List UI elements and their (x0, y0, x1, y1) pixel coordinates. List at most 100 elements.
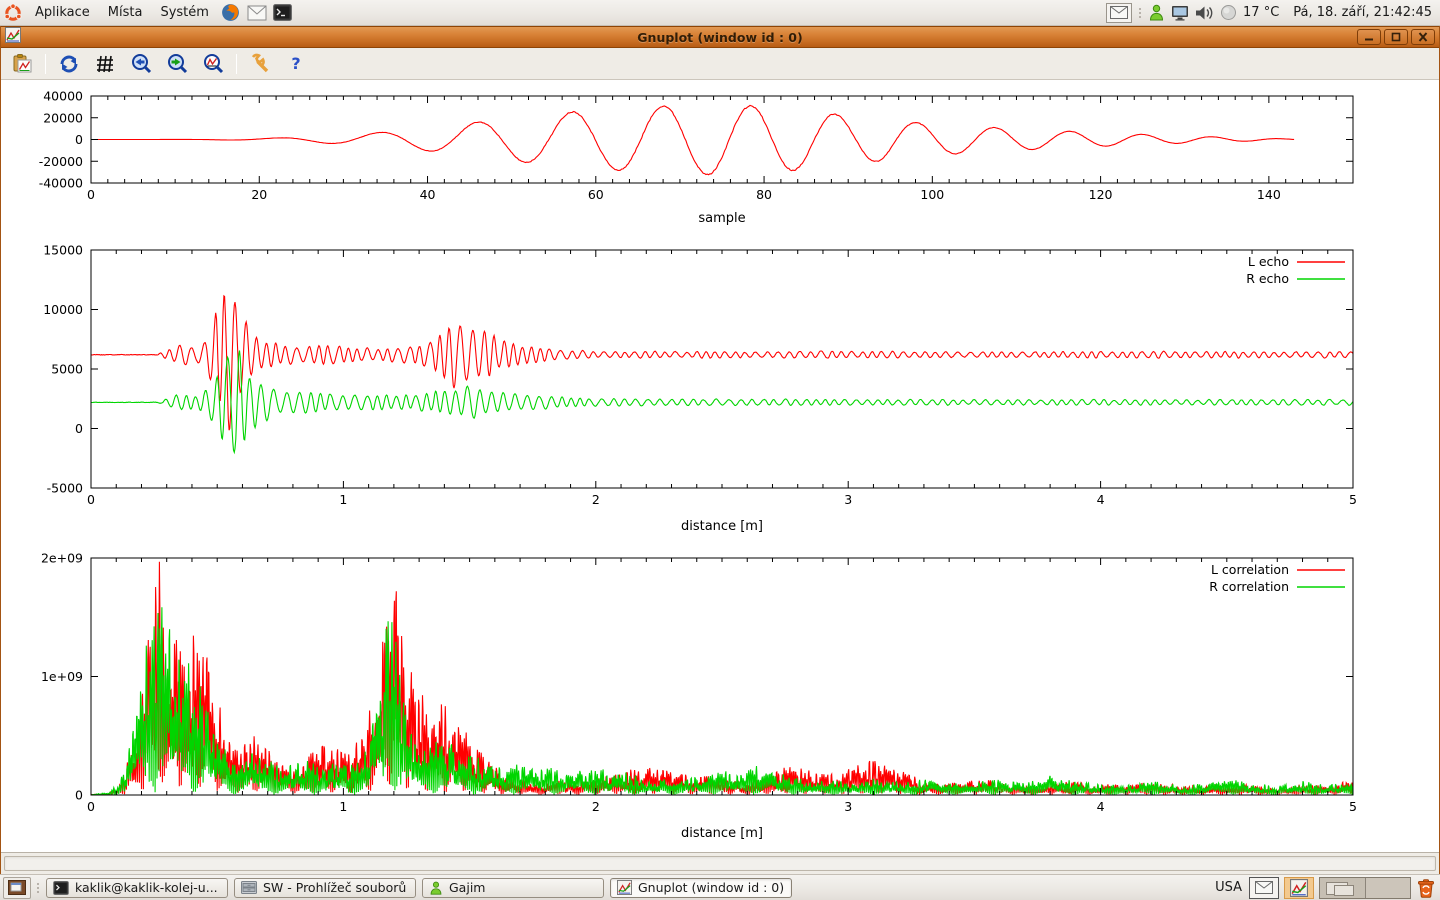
desktop: Aplikace Místa Systém (0, 0, 1440, 900)
close-button[interactable] (1411, 29, 1435, 45)
zoom-next-button[interactable] (164, 51, 190, 77)
svg-text:40000: 40000 (43, 89, 83, 104)
chart-sample-waveform[interactable]: 020406080100120140-40000-200000200004000… (1, 80, 1440, 240)
gnome-bottom-panel: kaklik@kaklik-kolej-u... SW - Prohlížeč … (0, 874, 1440, 900)
svg-text:distance [m]: distance [m] (681, 519, 763, 534)
task-button-file-manager[interactable]: SW - Prohlížeč souborů (234, 878, 416, 898)
gnuplot-tray-button[interactable] (1284, 877, 1314, 899)
mail-launcher[interactable] (244, 1, 270, 25)
svg-text:0: 0 (75, 421, 83, 436)
task-button-gajim[interactable]: Gajim (422, 878, 604, 898)
close-icon (1417, 32, 1429, 42)
svg-text:R echo: R echo (1246, 271, 1289, 286)
zoom-previous-button[interactable] (128, 51, 154, 77)
menu-system[interactable]: Systém (151, 1, 217, 25)
toolbar-separator (45, 54, 46, 74)
temperature-label[interactable]: 17 °C (1243, 5, 1279, 20)
gnuplot-window: Gnuplot (window id : 0) (0, 26, 1440, 874)
terminal-icon (53, 881, 69, 895)
ubuntu-logo-icon (3, 3, 23, 23)
copy-to-clipboard-button[interactable] (9, 51, 35, 77)
firefox-launcher[interactable] (218, 1, 244, 25)
mail-icon (247, 5, 267, 21)
svg-text:40: 40 (420, 187, 436, 202)
svg-text:140: 140 (1257, 187, 1281, 202)
window-statusbar (1, 852, 1439, 874)
mail-icon (1110, 6, 1128, 19)
svg-text:R correlation: R correlation (1209, 579, 1289, 594)
svg-text:L echo: L echo (1248, 254, 1289, 269)
workspace-window-outline (1334, 885, 1354, 896)
volume-icon[interactable] (1195, 5, 1214, 21)
gajim-status-icon[interactable] (1148, 4, 1165, 21)
menu-places-label: Místa (108, 5, 143, 20)
svg-text:10000: 10000 (43, 302, 83, 317)
svg-text:0: 0 (87, 187, 95, 202)
toolbar-separator (236, 54, 237, 74)
task-label: Gnuplot (window id : 0) (638, 880, 784, 895)
terminal-icon (273, 4, 292, 21)
svg-text:4: 4 (1097, 492, 1105, 507)
svg-text:-20000: -20000 (39, 154, 83, 169)
svg-text:4: 4 (1097, 799, 1105, 814)
tasklist-handle[interactable] (36, 883, 40, 893)
svg-text:5000: 5000 (51, 362, 83, 377)
svg-text:3: 3 (844, 492, 852, 507)
clock-applet[interactable]: Pá, 18. září, 21:42:45 (1285, 5, 1432, 20)
svg-text:60: 60 (588, 187, 604, 202)
svg-text:0: 0 (75, 132, 83, 147)
minimize-button[interactable] (1357, 29, 1381, 45)
help-button[interactable]: ? (283, 51, 309, 77)
configure-button[interactable] (247, 51, 273, 77)
display-icon[interactable] (1171, 5, 1189, 21)
gajim-icon (429, 881, 443, 895)
svg-text:-40000: -40000 (39, 176, 83, 191)
gnome-top-panel: Aplikace Místa Systém (0, 0, 1440, 26)
maximize-button[interactable] (1384, 29, 1408, 45)
task-label: Gajim (449, 880, 485, 895)
keyboard-layout-indicator[interactable]: USA (1215, 880, 1244, 895)
replot-button[interactable] (56, 51, 82, 77)
menu-places[interactable]: Místa (99, 1, 152, 25)
tray-handle[interactable] (1138, 8, 1142, 18)
statusbar-field (4, 856, 1436, 871)
wrench-icon (249, 53, 271, 75)
svg-text:L correlation: L correlation (1211, 562, 1289, 577)
ubuntu-menu-button[interactable] (0, 1, 26, 25)
task-label: SW - Prohlížeč souborů (263, 880, 406, 895)
menu-system-label: Systém (160, 5, 208, 20)
svg-text:1: 1 (339, 492, 347, 507)
window-title: Gnuplot (window id : 0) (1, 30, 1439, 45)
svg-text:20000: 20000 (43, 110, 83, 125)
show-desktop-icon (8, 880, 26, 895)
task-button-gnuplot[interactable]: Gnuplot (window id : 0) (610, 878, 792, 898)
autoscale-icon (202, 53, 224, 75)
svg-text:5: 5 (1349, 492, 1357, 507)
zoom-next-icon (166, 53, 188, 75)
mail-tray-button[interactable] (1249, 877, 1279, 899)
trash-icon[interactable] (1416, 878, 1436, 898)
grid-icon (95, 54, 115, 74)
chart-correlation[interactable]: 01234501e+092e+09distance [m]L correlati… (1, 550, 1440, 852)
menu-applications[interactable]: Aplikace (26, 1, 99, 25)
maximize-icon (1390, 32, 1402, 42)
minimize-icon (1363, 32, 1375, 42)
plot-canvas: 020406080100120140-40000-200000200004000… (1, 80, 1439, 852)
workspace-1[interactable] (1320, 878, 1365, 898)
zoom-previous-icon (130, 53, 152, 75)
chart-echo[interactable]: 012345-5000050001000015000distance [m]L … (1, 240, 1440, 550)
workspace-2[interactable] (1365, 878, 1411, 898)
weather-icon[interactable] (1220, 4, 1237, 21)
gnuplot-icon (1290, 879, 1308, 897)
mail-notification-button[interactable] (1106, 3, 1132, 23)
show-desktop-button[interactable] (3, 877, 31, 899)
copy-icon (11, 53, 33, 75)
svg-text:1e+09: 1e+09 (41, 669, 83, 684)
terminal-launcher[interactable] (270, 1, 296, 25)
toggle-grid-button[interactable] (92, 51, 118, 77)
svg-text:sample: sample (698, 211, 745, 226)
task-button-terminal[interactable]: kaklik@kaklik-kolej-u... (46, 878, 228, 898)
autoscale-button[interactable] (200, 51, 226, 77)
svg-text:0: 0 (87, 492, 95, 507)
window-titlebar[interactable]: Gnuplot (window id : 0) (1, 26, 1439, 48)
